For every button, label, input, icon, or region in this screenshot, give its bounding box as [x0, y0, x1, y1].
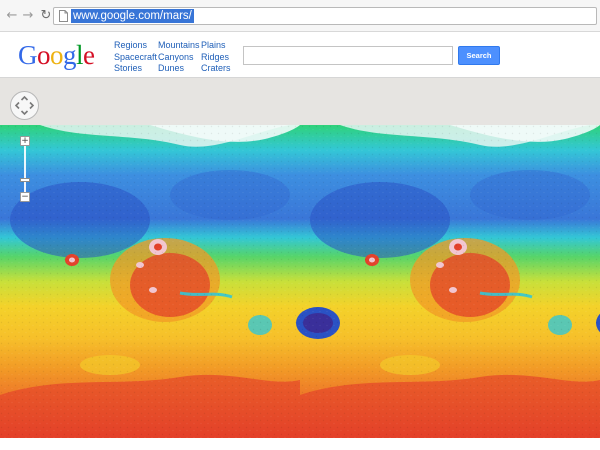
- nav-link-ridges[interactable]: Ridges: [201, 52, 231, 64]
- zoom-control: + −: [20, 136, 30, 202]
- logo-letter-0: G: [18, 40, 38, 70]
- site-header: Google Regions Spacecraft Stories Mounta…: [0, 32, 600, 78]
- url-text[interactable]: www.google.com/mars/: [71, 9, 194, 23]
- reload-button[interactable]: ↻: [39, 9, 53, 23]
- zoom-in-button[interactable]: +: [20, 136, 30, 146]
- nav-link-canyons[interactable]: Canyons: [158, 52, 200, 64]
- zoom-out-button[interactable]: −: [20, 192, 30, 202]
- nav-link-dunes[interactable]: Dunes: [158, 63, 200, 75]
- page-footer-area: [0, 438, 600, 450]
- nav-link-plains[interactable]: Plains: [201, 40, 231, 52]
- pan-control[interactable]: [10, 91, 39, 120]
- logo-letter-5: e: [83, 40, 95, 70]
- search-button[interactable]: Search: [458, 46, 500, 65]
- nav-link-craters[interactable]: Craters: [201, 63, 231, 75]
- nav-link-mountains[interactable]: Mountains: [158, 40, 200, 52]
- address-bar[interactable]: www.google.com/mars/: [53, 7, 597, 25]
- zoom-slider-track[interactable]: [24, 146, 26, 192]
- nav-link-spacecraft[interactable]: Spacecraft: [114, 52, 157, 64]
- control-band: [0, 78, 600, 125]
- logo-letter-3: g: [63, 40, 77, 70]
- nav-link-regions[interactable]: Regions: [114, 40, 157, 52]
- pan-arrows-icon: [14, 95, 35, 116]
- mars-map[interactable]: + −: [0, 125, 600, 438]
- logo-letter-2: o: [50, 40, 64, 70]
- nav-column-3: Plains Ridges Craters: [201, 40, 231, 75]
- back-button[interactable]: ←: [5, 9, 19, 23]
- nav-column-1: Regions Spacecraft Stories: [114, 40, 157, 75]
- forward-button[interactable]: →: [21, 9, 35, 23]
- logo-letter-4: l: [76, 40, 84, 70]
- nav-link-stories[interactable]: Stories: [114, 63, 157, 75]
- browser-toolbar: ← → ↻ www.google.com/mars/: [0, 0, 600, 32]
- nav-column-2: Mountains Canyons Dunes: [158, 40, 200, 75]
- zoom-slider-handle[interactable]: [20, 178, 30, 182]
- page-icon: [59, 10, 68, 22]
- search-input[interactable]: [243, 46, 453, 65]
- mars-elevation-map[interactable]: [0, 125, 600, 438]
- google-logo[interactable]: Google: [18, 41, 95, 69]
- logo-letter-1: o: [37, 40, 51, 70]
